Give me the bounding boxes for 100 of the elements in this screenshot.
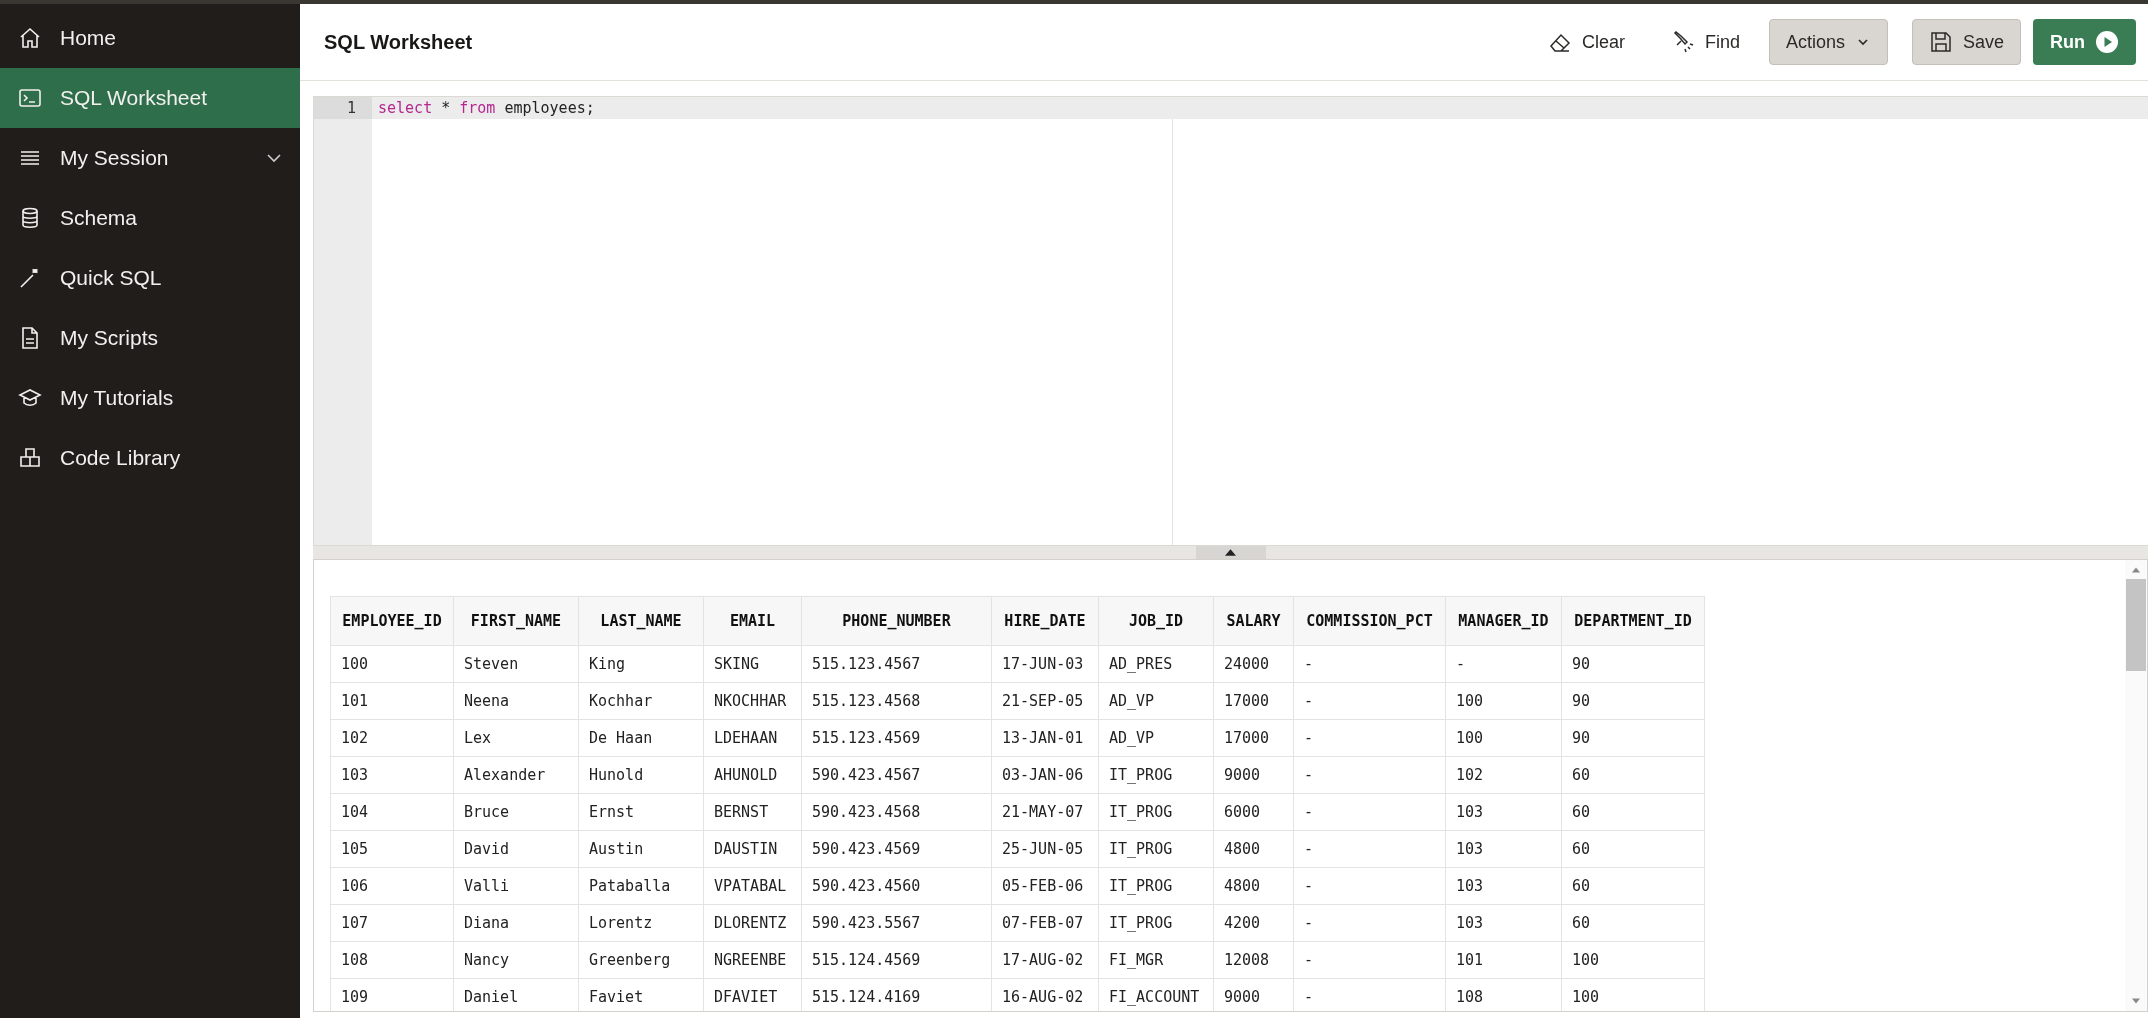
toolbar-button[interactable]: Find (1653, 19, 1757, 65)
sidebar-item[interactable]: SQL Worksheet (0, 68, 300, 128)
table-cell: NGREENBE (703, 941, 802, 979)
table-cell: DAUSTIN (703, 830, 802, 868)
table-cell: 17-AUG-02 (991, 941, 1099, 979)
table-cell: Lorentz (578, 904, 704, 942)
table-cell: 9000 (1213, 756, 1294, 794)
column-header: PHONE_NUMBER (801, 596, 992, 646)
sidebar-item[interactable]: My Scripts (0, 308, 300, 368)
table-cell: 515.124.4569 (801, 941, 992, 979)
column-header: SALARY (1213, 596, 1294, 646)
table-cell: - (1445, 645, 1562, 683)
table-cell: 101 (1445, 941, 1562, 979)
column-header: COMMISSION_PCT (1293, 596, 1446, 646)
scrollbar-thumb[interactable] (2126, 579, 2146, 671)
column-header: FIRST_NAME (453, 596, 579, 646)
table-cell: 4800 (1213, 867, 1294, 905)
table-cell: 13-JAN-01 (991, 719, 1099, 757)
table-cell: 107 (330, 904, 454, 942)
column-header: LAST_NAME (578, 596, 704, 646)
table-cell: - (1293, 682, 1446, 720)
table-cell: De Haan (578, 719, 704, 757)
table-cell: AD_VP (1098, 682, 1214, 720)
table-cell: 100 (1561, 941, 1705, 979)
table-cell: 25-JUN-05 (991, 830, 1099, 868)
table-cell: LDEHAAN (703, 719, 802, 757)
table-cell: 60 (1561, 793, 1705, 831)
table-cell: 590.423.4569 (801, 830, 992, 868)
table-cell: Valli (453, 867, 579, 905)
save-button[interactable]: Save (1911, 19, 2021, 65)
table-cell: - (1293, 867, 1446, 905)
code-editor[interactable]: 1 select * from employees; (313, 96, 2148, 546)
scroll-down-icon (2131, 998, 2141, 1005)
column-header: EMPLOYEE_ID (330, 596, 454, 646)
table-cell: IT_PROG (1098, 756, 1214, 794)
table-cell: 105 (330, 830, 454, 868)
table-cell: 515.123.4569 (801, 719, 992, 757)
blocks-icon (18, 446, 42, 470)
sidebar-item[interactable]: Schema (0, 188, 300, 248)
table-cell: SKING (703, 645, 802, 683)
table-cell: 4800 (1213, 830, 1294, 868)
table-cell: FI_MGR (1098, 941, 1214, 979)
table-cell: Austin (578, 830, 704, 868)
table-cell: 590.423.4560 (801, 867, 992, 905)
table-cell: 05-FEB-06 (991, 867, 1099, 905)
table-cell: 07-FEB-07 (991, 904, 1099, 942)
table-cell: 103 (330, 756, 454, 794)
table-cell: - (1293, 719, 1446, 757)
sidebar-item[interactable]: My Session (0, 128, 300, 188)
table-cell: 100 (1445, 682, 1562, 720)
run-button[interactable]: Run (2033, 19, 2136, 65)
table-cell: 100 (330, 645, 454, 683)
table-cell: David (453, 830, 579, 868)
toolbar-button[interactable]: Clear (1530, 19, 1642, 65)
table-cell: IT_PROG (1098, 793, 1214, 831)
table-cell: 90 (1561, 719, 1705, 757)
play-icon (2095, 30, 2119, 54)
table-cell: King (578, 645, 704, 683)
menu-button[interactable]: Actions (1768, 19, 1888, 65)
table-cell: IT_PROG (1098, 830, 1214, 868)
table-cell: Nancy (453, 941, 579, 979)
table-cell: VPATABAL (703, 867, 802, 905)
table-cell: - (1293, 830, 1446, 868)
table-cell: IT_PROG (1098, 867, 1214, 905)
table-cell: 21-SEP-05 (991, 682, 1099, 720)
terminal-icon (18, 86, 42, 110)
table-cell: 60 (1561, 756, 1705, 794)
table-cell: DLORENTZ (703, 904, 802, 942)
table-cell: 102 (1445, 756, 1562, 794)
table-cell: Lex (453, 719, 579, 757)
table-cell: 100 (1445, 719, 1562, 757)
table-cell: 590.423.4567 (801, 756, 992, 794)
table-cell: 104 (330, 793, 454, 831)
table-cell: 103 (1445, 867, 1562, 905)
sidebar-item[interactable]: Quick SQL (0, 248, 300, 308)
sidebar-item[interactable]: Home (0, 8, 300, 68)
table-cell: 590.423.5567 (801, 904, 992, 942)
table-cell: 103 (1445, 904, 1562, 942)
table-cell: 101 (330, 682, 454, 720)
table-cell: 90 (1561, 645, 1705, 683)
table-cell: 24000 (1213, 645, 1294, 683)
home-icon (18, 26, 42, 50)
table-cell: BERNST (703, 793, 802, 831)
sidebar-item[interactable]: My Tutorials (0, 368, 300, 428)
table-cell: NKOCHHAR (703, 682, 802, 720)
scroll-up-icon (2131, 566, 2141, 573)
sidebar-item[interactable]: Code Library (0, 428, 300, 488)
table-cell: 590.423.4568 (801, 793, 992, 831)
table-cell: - (1293, 756, 1446, 794)
table-cell: 17000 (1213, 719, 1294, 757)
vertical-scrollbar[interactable] (2125, 560, 2147, 1011)
table-cell: 60 (1561, 830, 1705, 868)
column-header: JOB_ID (1098, 596, 1214, 646)
table-cell: 90 (1561, 682, 1705, 720)
collapse-handle[interactable] (1195, 546, 1266, 559)
column-header: HIRE_DATE (991, 596, 1099, 646)
table-cell: Greenberg (578, 941, 704, 979)
table-cell: Neena (453, 682, 579, 720)
table-cell: 4200 (1213, 904, 1294, 942)
table-cell: Diana (453, 904, 579, 942)
